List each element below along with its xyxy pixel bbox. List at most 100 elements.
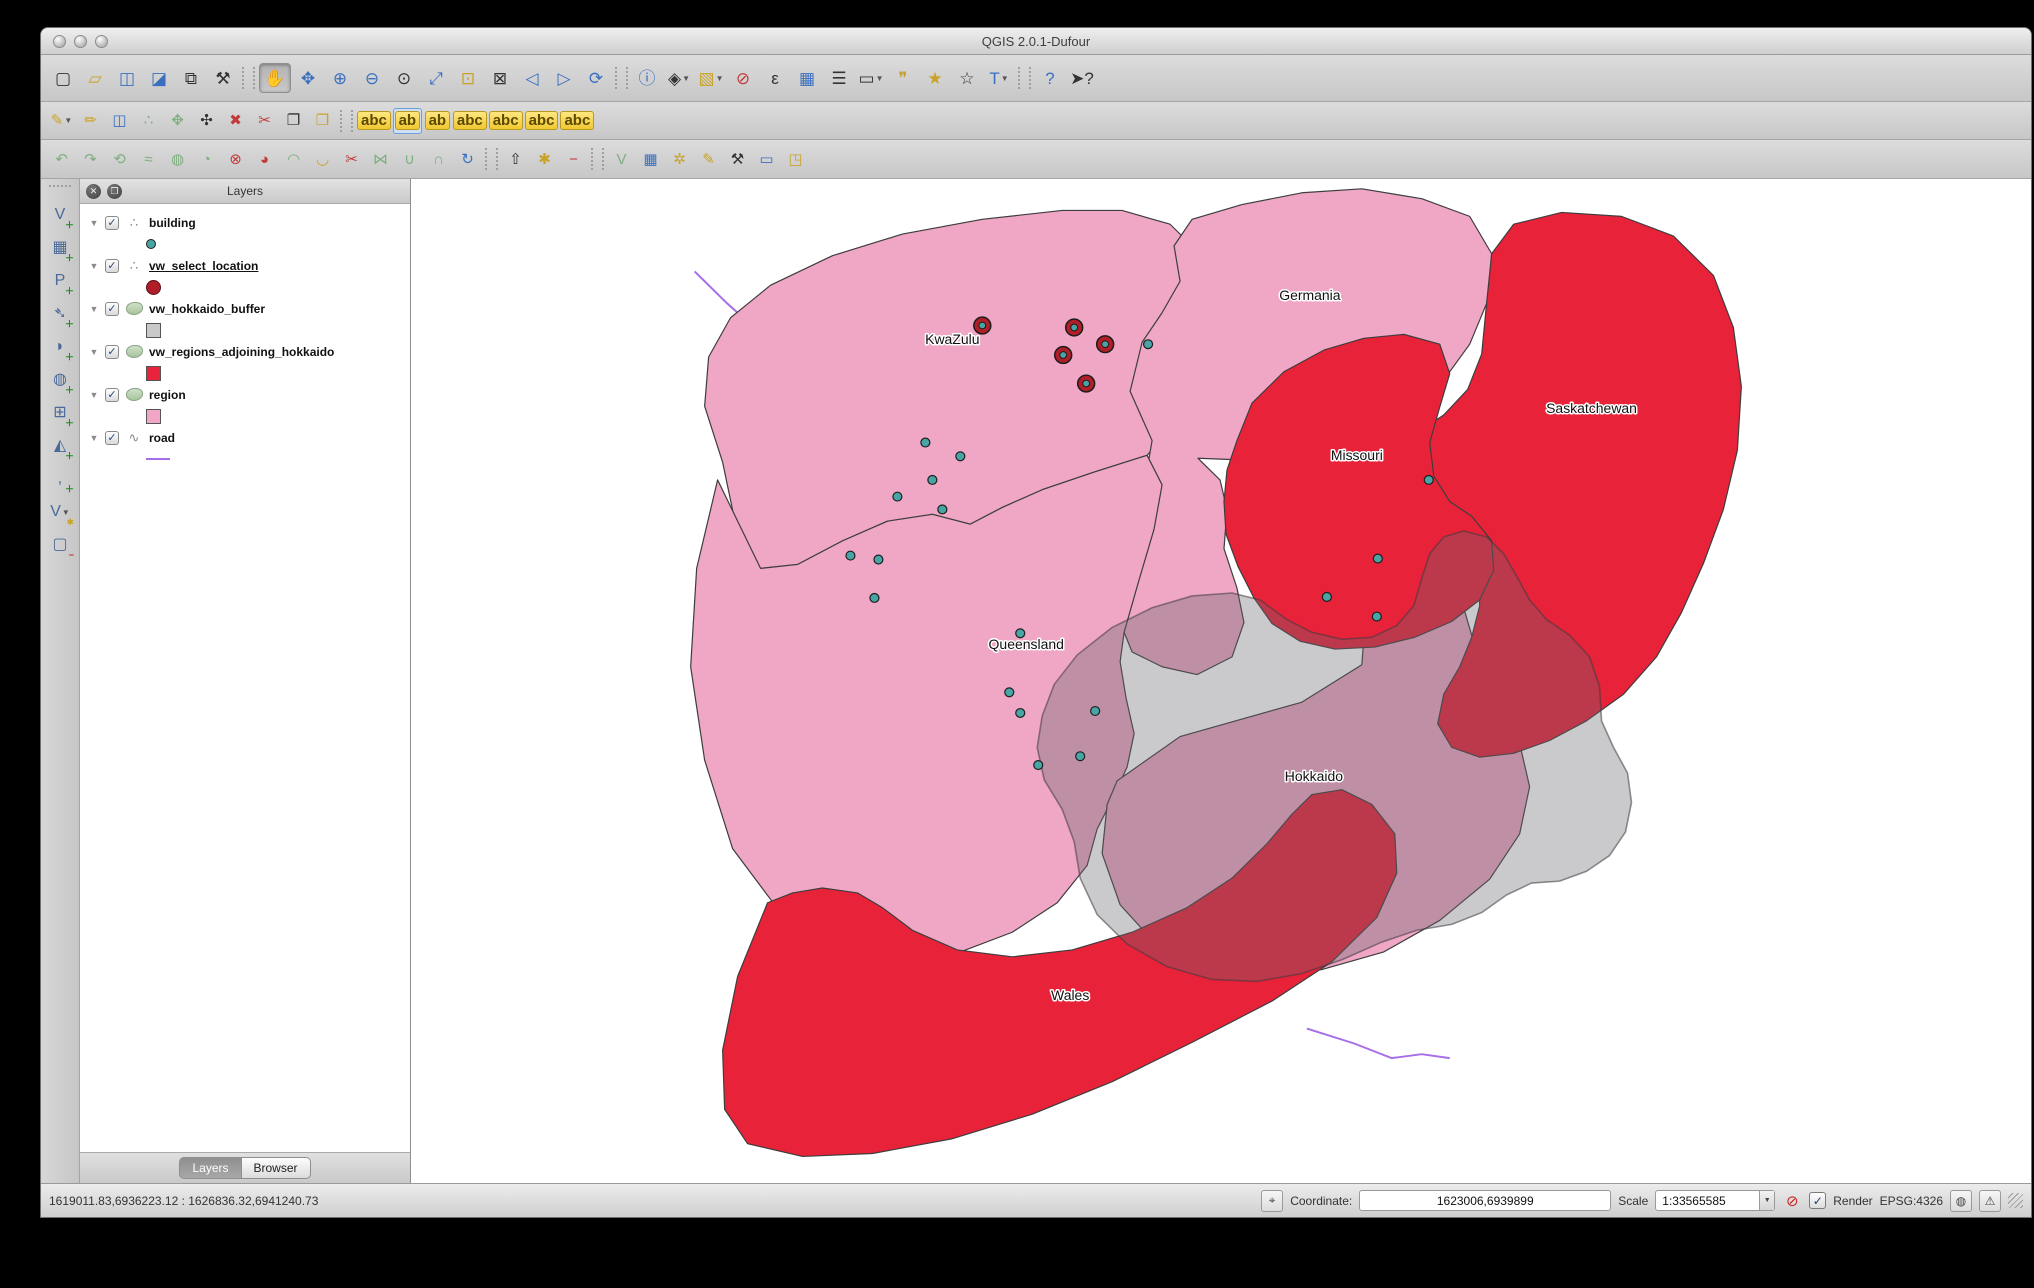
current-edits-dropdown-icon[interactable]: ▼ [64, 116, 72, 125]
render-checkbox[interactable]: ✓ [1809, 1192, 1827, 1209]
add-postgis-layer-button[interactable]: P ＋ [45, 266, 75, 296]
zoom-in-button[interactable]: ⊕ [325, 64, 355, 92]
layer-visibility-checkbox[interactable]: ✓ [105, 258, 119, 273]
map-tips-button[interactable]: ❞ [888, 64, 918, 92]
add-wfs-layer-button[interactable]: ◭ ＋ [45, 431, 75, 461]
zoom-full-extent-button[interactable]: ⤢ [421, 64, 451, 92]
new-project-button[interactable]: ▢ [48, 64, 78, 92]
open-project-button[interactable]: ▱ [80, 64, 110, 92]
deselect-features-button[interactable]: ⊘ [728, 64, 758, 92]
split-features-button[interactable]: ✂ [338, 147, 365, 171]
scale-dropdown-icon[interactable]: ▼ [1759, 1191, 1775, 1210]
current-edits-button[interactable]: ✎ ▼ [48, 109, 75, 133]
grass-new-mapset-button[interactable]: ✱ [531, 147, 558, 171]
add-part-button[interactable]: ◔ [193, 147, 220, 171]
merge-features-button[interactable]: ∪ [396, 147, 423, 171]
tab-layers[interactable]: Layers [179, 1157, 242, 1179]
remove-layer-button[interactable]: ▢ − [45, 530, 75, 560]
grass-edit-region-button[interactable]: ◳ [782, 147, 809, 171]
save-layer-edits-button[interactable]: ◫ [106, 109, 133, 133]
change-label-properties-button[interactable]: abc [560, 109, 595, 133]
grass-tools-button[interactable]: ⚒ [724, 147, 751, 171]
run-feature-action-dropdown-icon[interactable]: ▼ [682, 74, 690, 83]
layer-item-vw_regions_adjoining_hokkaido[interactable]: ▼ ✓ vw_regions_adjoining_hokkaido [88, 341, 410, 362]
expand-triangle-icon[interactable]: ▼ [88, 433, 100, 443]
show-bookmarks-button[interactable]: ☆ [952, 64, 982, 92]
layer-visibility-checkbox[interactable]: ✓ [105, 430, 119, 445]
move-label-button[interactable]: abc [488, 109, 523, 133]
run-feature-action-button[interactable]: ◈ ▼ [664, 64, 694, 92]
redo-button[interactable]: ↷ [77, 147, 104, 171]
add-spatialite-layer-button[interactable]: ➴ ＋ [45, 299, 75, 329]
composer-manager-button[interactable]: ⚒ [208, 64, 238, 92]
pan-map-button[interactable]: ✋ [259, 63, 291, 93]
delete-ring-button[interactable]: ⊗ [222, 147, 249, 171]
new-shapefile-layer-dropdown-icon[interactable]: ▼ [62, 508, 70, 517]
add-wms-layer-button[interactable]: ◍ ＋ [45, 365, 75, 395]
scale-combobox[interactable]: 1:33565585 ▼ [1655, 1190, 1776, 1211]
add-mssql-layer-button[interactable]: ◗ ＋ [45, 332, 75, 362]
save-project-button[interactable]: ◫ [112, 64, 142, 92]
cut-features-button[interactable]: ✂ [251, 109, 278, 133]
measure-button[interactable]: ▭ ▼ [856, 64, 886, 92]
layer-item-vw_hokkaido_buffer[interactable]: ▼ ✓ vw_hokkaido_buffer [88, 298, 410, 319]
layer-visibility-checkbox[interactable]: ✓ [105, 215, 119, 230]
save-project-as-button[interactable]: ◪ [144, 64, 174, 92]
reshape-features-button[interactable]: ◠ [280, 147, 307, 171]
measure-dropdown-icon[interactable]: ▼ [876, 74, 884, 83]
pan-to-selection-button[interactable]: ✥ [293, 64, 323, 92]
zoom-window-button[interactable] [95, 34, 108, 48]
text-annotation-dropdown-icon[interactable]: ▼ [1001, 74, 1009, 83]
new-bookmark-button[interactable]: ★ [920, 64, 950, 92]
add-delimited-text-layer-button[interactable]: , ＋ [45, 464, 75, 494]
delete-selected-button[interactable]: ✖ [222, 109, 249, 133]
highlight-pinned-labels-button[interactable]: abc [357, 109, 391, 133]
node-tool-button[interactable]: ✣ [193, 109, 220, 133]
delete-part-button[interactable]: ◕ [251, 147, 278, 171]
layer-item-region[interactable]: ▼ ✓ region [88, 384, 410, 405]
text-annotation-button[interactable]: T ▼ [984, 64, 1014, 92]
add-wcs-layer-button[interactable]: ⊞ ＋ [45, 398, 75, 428]
move-feature-button[interactable]: ✥ [164, 109, 191, 133]
zoom-last-button[interactable]: ◁ [517, 64, 547, 92]
merge-feature-attributes-button[interactable]: ∩ [425, 147, 452, 171]
map-refresh-button[interactable]: ⟳ [581, 64, 611, 92]
select-features-dropdown-icon[interactable]: ▼ [716, 74, 724, 83]
layer-item-building[interactable]: ▼ ✓ ∴ building [88, 212, 410, 233]
title-bar[interactable]: QGIS 2.0.1-Dufour [41, 28, 2031, 55]
layer-visibility-checkbox[interactable]: ✓ [105, 344, 119, 359]
layer-visibility-checkbox[interactable]: ✓ [105, 387, 119, 402]
expand-triangle-icon[interactable]: ▼ [88, 304, 100, 314]
split-parts-button[interactable]: ⋈ [367, 147, 394, 171]
grass-close-mapset-button[interactable]: − [560, 147, 587, 171]
open-attribute-table-button[interactable]: ▦ [792, 64, 822, 92]
minimize-window-button[interactable] [74, 34, 87, 48]
expand-triangle-icon[interactable]: ▼ [88, 218, 100, 228]
copy-features-button[interactable]: ❐ [280, 109, 307, 133]
panel-float-icon[interactable]: ❐ [107, 183, 122, 199]
simplify-feature-button[interactable]: ≈ [135, 147, 162, 171]
grass-new-vector-button[interactable]: V [608, 147, 635, 171]
zoom-actual-size-button[interactable]: ⊙ [389, 64, 419, 92]
coordinate-input[interactable]: 1623006,6939899 [1359, 1190, 1612, 1211]
zoom-out-button[interactable]: ⊖ [357, 64, 387, 92]
tab-browser[interactable]: Browser [241, 1157, 311, 1179]
grass-edit-vector-button[interactable]: ✎ [695, 147, 722, 171]
pin-labels-button[interactable]: ab [392, 107, 422, 134]
unpin-labels-button[interactable]: ab [424, 109, 451, 133]
expand-triangle-icon[interactable]: ▼ [88, 261, 100, 271]
panel-close-icon[interactable]: ✕ [86, 183, 101, 199]
add-raster-layer-button[interactable]: ▦ ＋ [45, 233, 75, 263]
map-canvas[interactable]: KwaZulu Germania Saskatchewan Missouri Queen… [411, 179, 2031, 1183]
grass-new-vector-star-button[interactable]: ✲ [666, 147, 693, 171]
field-calculator-button[interactable]: ☰ [824, 64, 854, 92]
messages-log-icon[interactable]: ⚠ [1979, 1189, 2001, 1212]
undo-button[interactable]: ↶ [48, 147, 75, 171]
new-shapefile-layer-button[interactable]: V ✱ ▼ [45, 497, 75, 527]
resize-grip-icon[interactable] [2008, 1193, 2023, 1208]
toolbar-grip[interactable] [49, 185, 71, 195]
layer-item-road[interactable]: ▼ ✓ ∿ road [88, 427, 410, 448]
grass-open-mapset-button[interactable]: ⇧ [502, 147, 529, 171]
add-ring-button[interactable]: ◍ [164, 147, 191, 171]
zoom-next-button[interactable]: ▷ [549, 64, 579, 92]
